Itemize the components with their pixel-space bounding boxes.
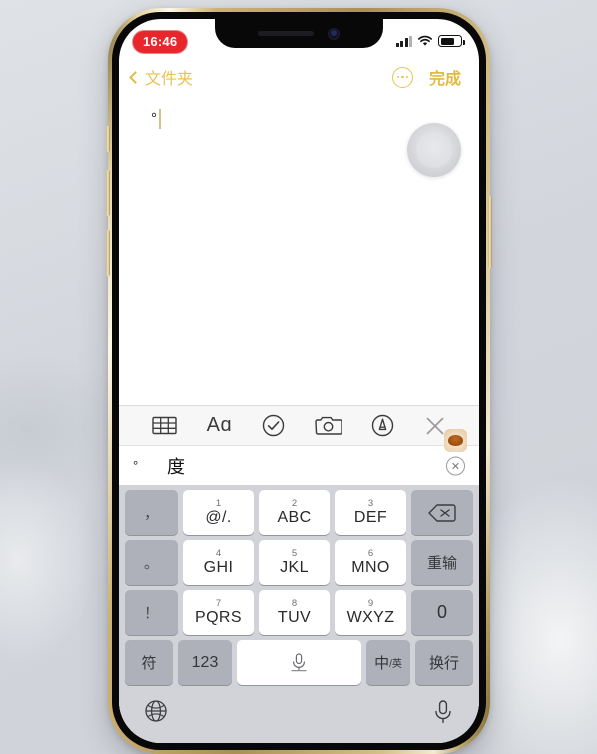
markup-pen-icon[interactable] xyxy=(371,414,394,437)
power-button[interactable] xyxy=(488,196,492,268)
keyboard-row-2: 。 4 GHI 5 JKL 6 MNO 重输 xyxy=(122,540,476,585)
table-icon[interactable] xyxy=(152,415,177,436)
punctuation-key-period[interactable]: 。 xyxy=(125,540,178,585)
key-6-mno[interactable]: 6 MNO xyxy=(335,540,406,585)
microphone-icon[interactable] xyxy=(432,699,454,725)
key-main: JKL xyxy=(280,558,309,576)
notes-format-toolbar: Aɑ xyxy=(119,405,479,445)
text-caret xyxy=(159,109,161,129)
key-3-def[interactable]: 3 DEF xyxy=(335,490,406,535)
keyboard-row-3: ！ 7 PQRS 8 TUV 9 WXYZ 0 xyxy=(122,590,476,635)
assistive-touch-button[interactable] xyxy=(407,123,461,177)
back-button-label: 文件夹 xyxy=(145,71,194,88)
keyboard-stack: Aɑ ° 度 ， 1 @/. 2 ABC 3 DEF 。 4 GHI 5 JKL… xyxy=(119,405,479,743)
candidate-prefix: ° xyxy=(133,458,139,473)
mute-switch[interactable] xyxy=(106,126,110,152)
symbol-key[interactable]: 符 xyxy=(125,640,173,685)
wifi-icon xyxy=(418,35,432,46)
battery-icon xyxy=(438,35,465,47)
keyboard-row-bottom: 符 123 中 /英 换行 xyxy=(122,640,476,685)
note-text-content: ° xyxy=(151,110,157,127)
backspace-key[interactable] xyxy=(411,490,473,535)
candidate-word[interactable]: 度 xyxy=(167,453,185,479)
key-main: @/. xyxy=(205,508,232,526)
earpiece-speaker-icon xyxy=(258,31,314,36)
front-camera-icon xyxy=(328,27,340,40)
done-button[interactable]: 完成 xyxy=(429,65,461,89)
phone-bezel: 16:46 文件夹 完成 ° Aɑ ° 度 ， 1 @/. 2 ABC 3 DE… xyxy=(112,12,486,750)
close-icon[interactable] xyxy=(424,415,446,437)
globe-language-icon[interactable] xyxy=(144,699,168,723)
status-time-recording-pill[interactable]: 16:46 xyxy=(133,30,188,53)
key-5-jkl[interactable]: 5 JKL xyxy=(259,540,330,585)
volume-up-button[interactable] xyxy=(106,170,110,216)
navigation-bar: 文件夹 完成 xyxy=(119,59,479,95)
notch xyxy=(215,19,383,48)
key-main: TUV xyxy=(277,608,312,626)
punctuation-key-exclamation[interactable]: ！ xyxy=(125,590,178,635)
space-key[interactable] xyxy=(237,640,361,685)
reinput-key[interactable]: 重输 xyxy=(411,540,473,585)
key-4-ghi[interactable]: 4 GHI xyxy=(183,540,254,585)
key-7-pqrs[interactable]: 7 PQRS xyxy=(183,590,254,635)
emoji-sticker-icon[interactable] xyxy=(444,429,467,452)
phone-screen: 16:46 文件夹 完成 ° Aɑ ° 度 ， 1 @/. 2 ABC 3 DE… xyxy=(119,19,479,743)
chinese-9key-keyboard: ， 1 @/. 2 ABC 3 DEF 。 4 GHI 5 JKL 6 MNO … xyxy=(119,485,479,743)
language-toggle-key[interactable]: 中 /英 xyxy=(366,640,410,685)
keyboard-footer xyxy=(122,689,476,743)
key-main: ABC xyxy=(277,508,312,526)
return-key[interactable]: 换行 xyxy=(415,640,473,685)
key-8-tuv[interactable]: 8 TUV xyxy=(259,590,330,635)
backspace-icon xyxy=(428,503,456,522)
volume-down-button[interactable] xyxy=(106,230,110,276)
cellular-signal-icon xyxy=(395,35,412,47)
status-indicators xyxy=(395,35,465,47)
key-1-at-slash-dot[interactable]: 1 @/. xyxy=(183,490,254,535)
microphone-dictation-icon xyxy=(291,652,307,671)
key-main: PQRS xyxy=(195,608,242,626)
phone-device: 16:46 文件夹 完成 ° Aɑ ° 度 ， 1 @/. 2 ABC 3 DE… xyxy=(106,8,492,754)
back-to-folders-button[interactable]: 文件夹 xyxy=(129,65,194,89)
chevron-left-icon xyxy=(129,70,142,84)
keyboard-row-1: ， 1 @/. 2 ABC 3 DEF xyxy=(122,490,476,535)
format-aa-icon[interactable]: Aɑ xyxy=(207,414,232,437)
nav-right-actions: 完成 xyxy=(391,65,461,89)
language-sub-label: /英 xyxy=(389,659,402,670)
numeric-key[interactable]: 123 xyxy=(178,640,232,685)
checklist-icon[interactable] xyxy=(262,414,285,437)
key-main: WXYZ xyxy=(346,608,395,626)
key-2-abc[interactable]: 2 ABC xyxy=(259,490,330,535)
key-main: DEF xyxy=(353,508,388,526)
punctuation-key-comma[interactable]: ， xyxy=(125,490,178,535)
candidate-bar: ° 度 xyxy=(119,429,479,485)
camera-icon[interactable] xyxy=(314,415,342,436)
key-main: MNO xyxy=(351,558,390,576)
language-main-label: 中 xyxy=(374,655,390,672)
key-main: GHI xyxy=(203,558,234,576)
key-9-wxyz[interactable]: 9 WXYZ xyxy=(335,590,406,635)
ellipsis-circle-icon[interactable] xyxy=(391,66,413,88)
zero-key[interactable]: 0 xyxy=(411,590,473,635)
clear-circle-x-icon[interactable] xyxy=(446,456,465,475)
